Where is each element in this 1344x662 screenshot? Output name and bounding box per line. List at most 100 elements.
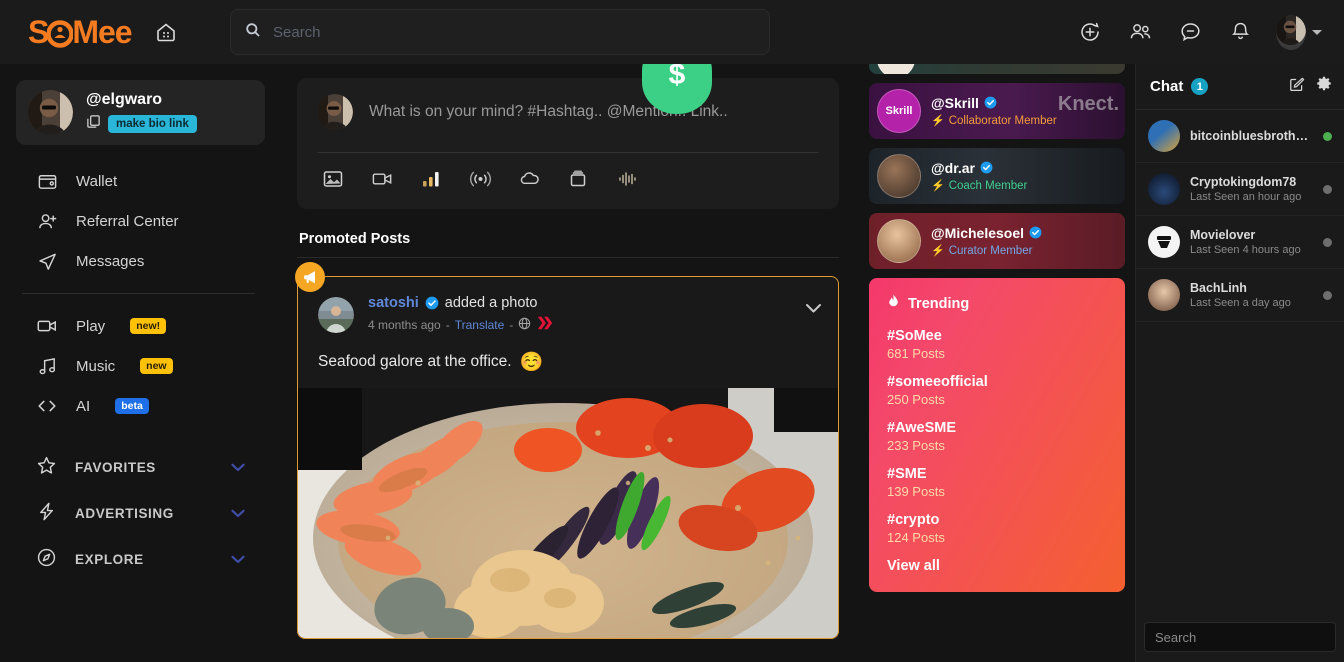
member-info: @dr.ar ⚡ Coach Member: [931, 160, 1027, 192]
member-avatar: [877, 154, 921, 198]
member-avatar: [877, 64, 915, 74]
sidebar-item-ai[interactable]: AI beta: [0, 386, 285, 426]
profile-card[interactable]: @elgwaro make bio link: [16, 80, 265, 145]
trending-item[interactable]: #someeofficial 250 Posts: [887, 374, 1109, 407]
audio-icon[interactable]: [615, 167, 639, 191]
chat-last-seen: Last Seen 4 hours ago: [1190, 244, 1301, 256]
brand-area: S Mee: [0, 12, 220, 52]
compose-icon[interactable]: [1289, 76, 1305, 97]
video-icon[interactable]: [370, 167, 394, 191]
copy-icon[interactable]: [86, 114, 101, 134]
user-menu[interactable]: [1276, 14, 1322, 50]
friends-icon[interactable]: [1126, 18, 1154, 46]
verified-badge-icon: [425, 296, 439, 310]
trending-tag: #AweSME: [887, 420, 957, 436]
trending-item[interactable]: #SME 139 Posts: [887, 466, 1109, 499]
post-header: satoshi added a photo 4 months ago - Tra…: [298, 285, 838, 340]
post-author-name[interactable]: satoshi: [368, 295, 419, 311]
trending-view-all-link[interactable]: View all: [887, 558, 1109, 574]
member-handle-row: @dr.ar: [931, 160, 1027, 176]
member-role-row: ⚡ Curator Member: [931, 244, 1043, 258]
chat-header: Chat 1: [1136, 64, 1344, 110]
photo-icon[interactable]: [321, 167, 345, 191]
post-composer: $: [297, 64, 839, 209]
sidebar-item-messages[interactable]: Messages: [0, 241, 285, 281]
promoted-member-card[interactable]: @Michelesoel ⚡ Curator Member: [869, 213, 1125, 269]
cloud-icon[interactable]: [517, 167, 541, 191]
create-post-icon[interactable]: [1076, 18, 1104, 46]
chat-search-area: [1136, 614, 1344, 662]
promoted-member-card[interactable]: [869, 64, 1125, 74]
promoted-member-card[interactable]: @dr.ar ⚡ Coach Member: [869, 148, 1125, 204]
composer-avatar: [317, 94, 353, 130]
search-input[interactable]: [273, 23, 755, 41]
search-box[interactable]: [230, 9, 770, 55]
chat-avatar: [1148, 226, 1180, 258]
member-role-row: ⚡ Collaborator Member: [931, 114, 1057, 128]
avatar: [1276, 14, 1306, 50]
member-info: @Skrill ⚡ Collaborator Member: [931, 95, 1057, 127]
trending-tag: #SME: [887, 466, 927, 482]
section-title: Promoted Posts: [299, 231, 411, 247]
trending-header: Trending: [887, 294, 1109, 314]
chat-avatar: [1148, 173, 1180, 205]
promoted-member-card[interactable]: Skrill @Skrill ⚡ Collaborator Member Kne…: [869, 83, 1125, 139]
composer-tools: [317, 153, 819, 199]
sidebar-item-referral-center[interactable]: Referral Center: [0, 201, 285, 241]
status-dot-online: [1323, 131, 1332, 141]
messages-icon[interactable]: [1176, 18, 1204, 46]
chevron-down-icon[interactable]: [231, 552, 245, 567]
make-bio-link-button[interactable]: make bio link: [108, 115, 197, 133]
home-icon[interactable]: [146, 12, 186, 52]
trending-item[interactable]: #SoMee 681 Posts: [887, 328, 1109, 361]
post-emoji: ☺️: [519, 352, 544, 373]
sidebar-label: Music: [76, 357, 116, 375]
badge-new: new!: [130, 317, 167, 335]
chat-header-actions: [1289, 76, 1332, 97]
sidebar-group-explore[interactable]: EXPLORE: [0, 536, 285, 582]
trending-item[interactable]: #crypto 124 Posts: [887, 512, 1109, 545]
bolt-icon: [36, 501, 57, 525]
sidebar-label: Referral Center: [76, 212, 179, 230]
compass-icon: [36, 547, 57, 571]
right-column: Skrill @Skrill ⚡ Collaborator Member Kne…: [865, 64, 1135, 662]
somee-logo[interactable]: S Mee: [28, 14, 133, 51]
chevron-down-icon: [1312, 29, 1322, 35]
sidebar-group-advertising[interactable]: ADVERTISING: [0, 490, 285, 536]
sidebar-item-play[interactable]: Play new!: [0, 306, 285, 346]
notifications-icon[interactable]: [1226, 18, 1254, 46]
chat-row[interactable]: Cryptokingdom78 Last Seen an hour ago: [1136, 163, 1344, 216]
trending-item[interactable]: #AweSME 233 Posts: [887, 420, 1109, 453]
chat-title: Chat: [1150, 78, 1184, 95]
sidebar-group-favorites[interactable]: FAVORITES: [0, 444, 285, 490]
chat-row[interactable]: bitcoinbluesbrothers: [1136, 110, 1344, 163]
chevron-down-icon[interactable]: [231, 506, 245, 521]
post-image[interactable]: [298, 388, 838, 638]
status-dot-offline: [1323, 237, 1332, 247]
poll-icon[interactable]: [419, 167, 443, 191]
profile-avatar: [28, 90, 73, 135]
top-bar-actions: [1076, 14, 1344, 50]
composer-input[interactable]: [369, 103, 819, 121]
left-sidebar: @elgwaro make bio link Wallet Referral C…: [0, 64, 285, 662]
chat-panel: Chat 1 bitcoinbluesbrothers Cryptokingdo…: [1135, 64, 1344, 662]
video-icon: [36, 315, 58, 337]
post-body: Seafood galore at the office. ☺️: [298, 340, 838, 388]
live-icon[interactable]: [468, 167, 492, 191]
post-action-text: added a photo: [444, 295, 538, 311]
chevron-down-icon[interactable]: [231, 460, 245, 475]
post-menu-chevron-down-icon[interactable]: [805, 295, 822, 319]
sidebar-item-music[interactable]: Music new: [0, 346, 285, 386]
post-author-avatar[interactable]: [318, 297, 354, 333]
chat-search-input[interactable]: [1144, 622, 1336, 652]
gallery-icon[interactable]: [566, 167, 590, 191]
chat-row[interactable]: Movielover Last Seen 4 hours ago: [1136, 216, 1344, 269]
gear-icon[interactable]: [1316, 76, 1332, 97]
member-handle-row: @Skrill: [931, 95, 1057, 111]
translate-link[interactable]: Translate: [455, 318, 505, 332]
chat-row[interactable]: BachLinh Last Seen a day ago: [1136, 269, 1344, 322]
knect-watermark: Knect.: [1057, 93, 1119, 115]
badge-beta: beta: [115, 397, 149, 415]
member-info: @Michelesoel ⚡ Curator Member: [931, 225, 1043, 257]
sidebar-item-wallet[interactable]: Wallet: [0, 161, 285, 201]
